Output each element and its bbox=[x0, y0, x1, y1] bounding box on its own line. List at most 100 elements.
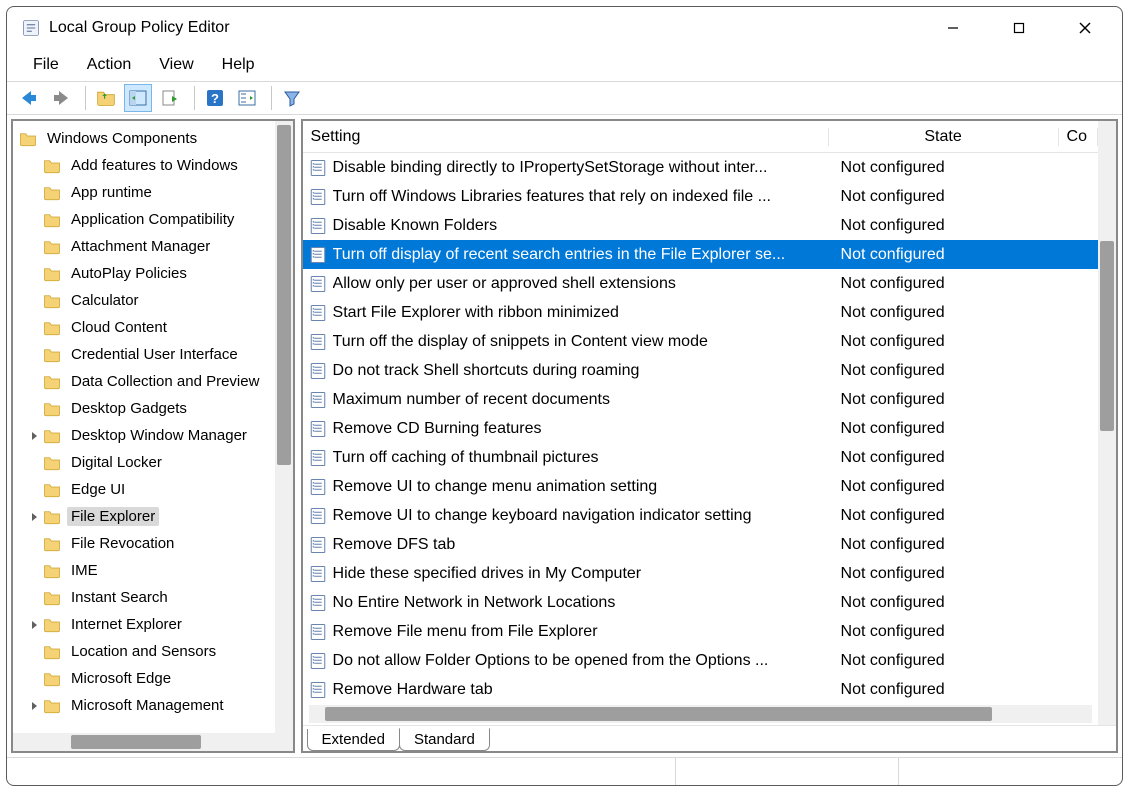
horizontal-scrollbar[interactable] bbox=[13, 733, 275, 751]
list-row[interactable]: Remove CD Burning featuresNot configured bbox=[303, 414, 1098, 443]
folder-icon bbox=[43, 481, 61, 499]
expander-icon[interactable] bbox=[27, 431, 43, 441]
tree-item[interactable]: Microsoft Management bbox=[13, 692, 275, 719]
properties-button[interactable] bbox=[233, 84, 261, 112]
nav-forward-button[interactable] bbox=[47, 84, 75, 112]
tab-standard[interactable]: Standard bbox=[399, 728, 490, 751]
row-setting: Do not allow Folder Options to be opened… bbox=[333, 652, 829, 670]
minimize-button[interactable] bbox=[920, 8, 986, 48]
column-header-comment[interactable]: Co bbox=[1059, 128, 1098, 146]
tree-item[interactable]: IME bbox=[13, 557, 275, 584]
tree-label: Desktop Gadgets bbox=[67, 399, 191, 418]
tree-item[interactable]: Internet Explorer bbox=[13, 611, 275, 638]
list-row[interactable]: Turn off display of recent search entrie… bbox=[303, 240, 1098, 269]
list-row[interactable]: Start File Explorer with ribbon minimize… bbox=[303, 298, 1098, 327]
list-row[interactable]: Maximum number of recent documentsNot co… bbox=[303, 385, 1098, 414]
list-row[interactable]: Disable Known FoldersNot configured bbox=[303, 211, 1098, 240]
tree-item[interactable]: Microsoft Edge bbox=[13, 665, 275, 692]
up-level-button[interactable] bbox=[92, 84, 120, 112]
list-row[interactable]: Do not track Shell shortcuts during roam… bbox=[303, 356, 1098, 385]
list-row[interactable]: Remove UI to change keyboard navigation … bbox=[303, 501, 1098, 530]
tree-label: Application Compatibility bbox=[67, 210, 238, 229]
title-bar[interactable]: Local Group Policy Editor bbox=[7, 7, 1122, 49]
tree-label: Credential User Interface bbox=[67, 345, 242, 364]
scrollbar-thumb[interactable] bbox=[71, 735, 201, 749]
list-row[interactable]: Remove File menu from File ExplorerNot c… bbox=[303, 617, 1098, 646]
tree-item[interactable]: Location and Sensors bbox=[13, 638, 275, 665]
horizontal-scrollbar[interactable] bbox=[309, 705, 1092, 723]
row-setting: Remove File menu from File Explorer bbox=[333, 623, 829, 641]
show-hide-tree-button[interactable] bbox=[124, 84, 152, 112]
scrollbar-thumb[interactable] bbox=[277, 125, 291, 465]
tree-item[interactable]: Attachment Manager bbox=[13, 233, 275, 260]
scrollbar-thumb[interactable] bbox=[325, 707, 992, 721]
row-setting: Remove UI to change keyboard navigation … bbox=[333, 507, 829, 525]
tree-item[interactable]: App runtime bbox=[13, 179, 275, 206]
tree-item[interactable]: Instant Search bbox=[13, 584, 275, 611]
tree-item[interactable]: Desktop Gadgets bbox=[13, 395, 275, 422]
tree-item[interactable]: Digital Locker bbox=[13, 449, 275, 476]
list-row[interactable]: Disable binding directly to IPropertySet… bbox=[303, 153, 1098, 182]
menu-help[interactable]: Help bbox=[208, 52, 269, 78]
menu-action[interactable]: Action bbox=[73, 52, 145, 78]
tree-item[interactable]: Cloud Content bbox=[13, 314, 275, 341]
tree-item[interactable]: Desktop Window Manager bbox=[13, 422, 275, 449]
menu-view[interactable]: View bbox=[145, 52, 207, 78]
app-icon bbox=[21, 18, 41, 38]
tree-root[interactable]: Windows Components bbox=[13, 125, 275, 152]
policy-icon bbox=[309, 420, 327, 438]
tree-item[interactable]: Edge UI bbox=[13, 476, 275, 503]
filter-button[interactable] bbox=[278, 84, 306, 112]
list-row[interactable]: Turn off the display of snippets in Cont… bbox=[303, 327, 1098, 356]
expander-icon[interactable] bbox=[27, 620, 43, 630]
tree-item[interactable]: Credential User Interface bbox=[13, 341, 275, 368]
list-row[interactable]: Remove Hardware tabNot configured bbox=[303, 675, 1098, 704]
list[interactable]: Disable binding directly to IPropertySet… bbox=[303, 153, 1098, 705]
view-tabs: Extended Standard bbox=[303, 725, 1116, 751]
row-state: Not configured bbox=[829, 420, 1059, 438]
list-row[interactable]: Allow only per user or approved shell ex… bbox=[303, 269, 1098, 298]
column-header-setting[interactable]: Setting bbox=[303, 128, 829, 146]
list-row[interactable]: Remove UI to change menu animation setti… bbox=[303, 472, 1098, 501]
tree-item[interactable]: File Revocation bbox=[13, 530, 275, 557]
row-state: Not configured bbox=[829, 681, 1059, 699]
tree-item[interactable]: Application Compatibility bbox=[13, 206, 275, 233]
tree-item[interactable]: Data Collection and Preview bbox=[13, 368, 275, 395]
tree-label: Digital Locker bbox=[67, 453, 166, 472]
column-header-state[interactable]: State bbox=[829, 128, 1059, 146]
vertical-scrollbar[interactable] bbox=[1098, 121, 1116, 725]
folder-icon bbox=[43, 670, 61, 688]
maximize-button[interactable] bbox=[986, 8, 1052, 48]
close-button[interactable] bbox=[1052, 8, 1118, 48]
policy-icon bbox=[309, 507, 327, 525]
list-row[interactable]: Turn off Windows Libraries features that… bbox=[303, 182, 1098, 211]
tree-item[interactable]: Add features to Windows bbox=[13, 152, 275, 179]
list-row[interactable]: Do not allow Folder Options to be opened… bbox=[303, 646, 1098, 675]
expander-icon[interactable] bbox=[27, 701, 43, 711]
row-state: Not configured bbox=[829, 304, 1059, 322]
list-row[interactable]: No Entire Network in Network LocationsNo… bbox=[303, 588, 1098, 617]
help-button[interactable]: ? bbox=[201, 84, 229, 112]
tree-label: File Revocation bbox=[67, 534, 178, 553]
menu-file[interactable]: File bbox=[19, 52, 73, 78]
row-state: Not configured bbox=[829, 449, 1059, 467]
nav-back-button[interactable] bbox=[15, 84, 43, 112]
scrollbar-thumb[interactable] bbox=[1100, 241, 1114, 431]
expander-icon[interactable] bbox=[27, 512, 43, 522]
tree-label: Microsoft Management bbox=[67, 696, 228, 715]
tree[interactable]: Windows Components Add features to Window… bbox=[13, 121, 275, 751]
folder-icon bbox=[43, 427, 61, 445]
tree-item[interactable]: Calculator bbox=[13, 287, 275, 314]
export-list-button[interactable] bbox=[156, 84, 184, 112]
row-state: Not configured bbox=[829, 362, 1059, 380]
list-row[interactable]: Turn off caching of thumbnail picturesNo… bbox=[303, 443, 1098, 472]
tree-label: Add features to Windows bbox=[67, 156, 242, 175]
vertical-scrollbar[interactable] bbox=[275, 121, 293, 751]
tree-item[interactable]: File Explorer bbox=[13, 503, 275, 530]
tree-item[interactable]: AutoPlay Policies bbox=[13, 260, 275, 287]
list-row[interactable]: Remove DFS tabNot configured bbox=[303, 530, 1098, 559]
tab-extended[interactable]: Extended bbox=[307, 729, 400, 751]
status-cell bbox=[899, 758, 1122, 785]
row-state: Not configured bbox=[829, 217, 1059, 235]
list-row[interactable]: Hide these specified drives in My Comput… bbox=[303, 559, 1098, 588]
